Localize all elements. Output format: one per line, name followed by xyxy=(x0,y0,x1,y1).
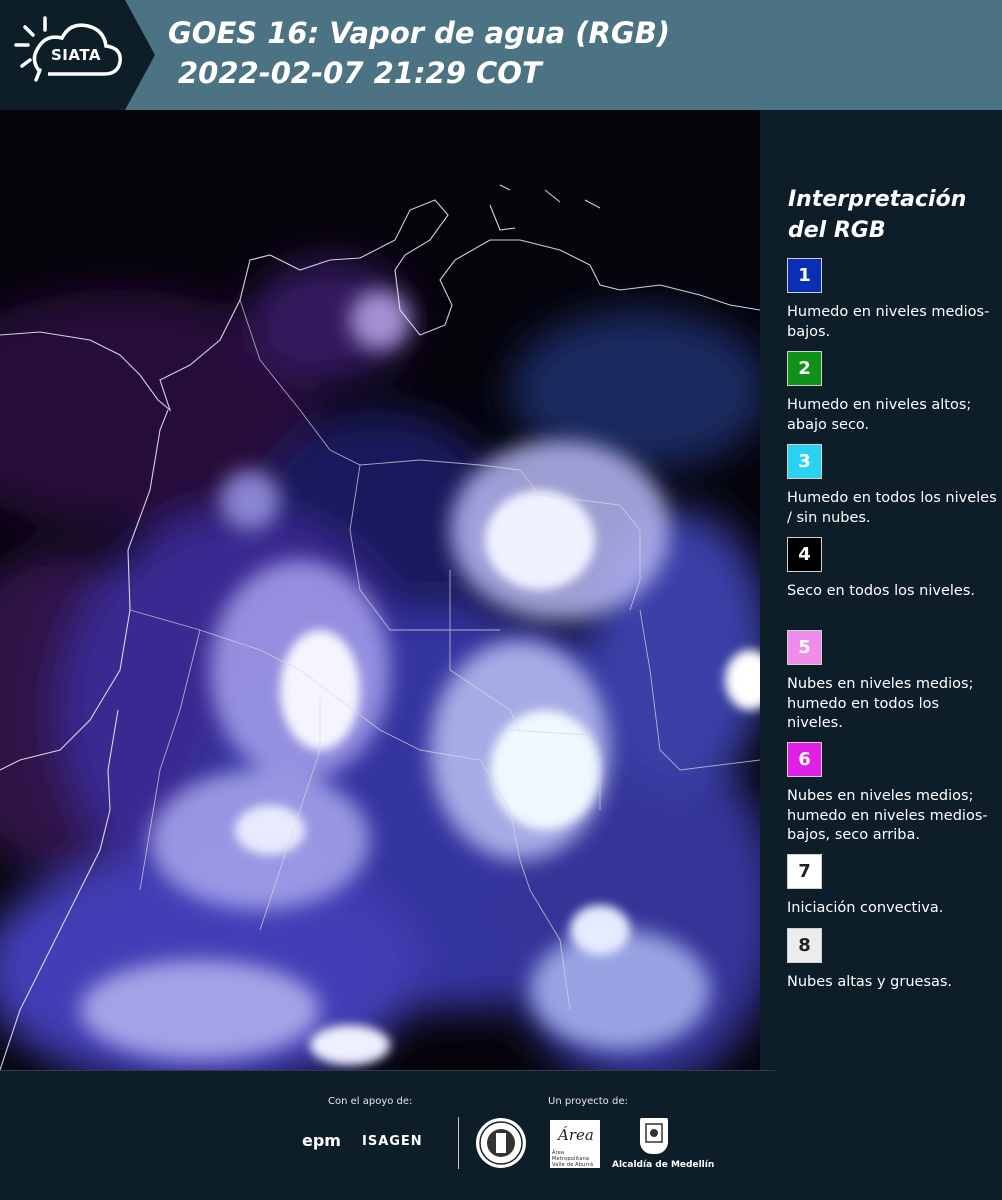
timestamp: 2022-02-07 21:29 COT xyxy=(178,56,542,90)
legend-description: Nubes altas y gruesas. xyxy=(787,974,953,990)
university-seal-icon xyxy=(476,1118,526,1168)
legend-swatch: 5 xyxy=(787,630,822,665)
legend-swatch: 2 xyxy=(787,351,822,386)
legend-item-3: 3 Humedo en todos los niveles / sin nube… xyxy=(787,444,999,528)
area-logo-word: Área xyxy=(558,1126,594,1144)
legend-panel: Interpretación del RGB 1 Humedo en nivel… xyxy=(760,110,1002,1070)
legend-item-8: 8 Nubes altas y gruesas. xyxy=(787,928,999,993)
area-logo-subtitle: Área Metropolitana Valle de Aburrá xyxy=(552,1150,594,1168)
legend-description: Nubes en niveles medios; humedo en todos… xyxy=(787,676,974,731)
project-label: Un proyecto de: xyxy=(548,1096,628,1107)
legend-description: Humedo en niveles altos; abajo seco. xyxy=(787,397,972,433)
legend-item-2: 2 Humedo en niveles altos; abajo seco. xyxy=(787,351,999,435)
legend-swatch: 3 xyxy=(787,444,822,479)
legend-description: Iniciación convectiva. xyxy=(787,900,944,916)
logo-text: SIATA xyxy=(50,46,101,64)
legend-description: Seco en todos los niveles. xyxy=(787,583,975,599)
isagen-logo: ISAGEN xyxy=(362,1134,423,1149)
legend-swatch: 4 xyxy=(787,537,822,572)
support-label: Con el apoyo de: xyxy=(328,1096,413,1107)
legend-title: Interpretación del RGB xyxy=(788,187,967,243)
legend-swatch: 1 xyxy=(787,258,822,293)
siata-logo: SIATA xyxy=(0,0,155,110)
medellin-shield-icon xyxy=(640,1118,668,1154)
page-title: GOES 16: Vapor de agua (RGB) xyxy=(168,16,671,50)
header: SIATA GOES 16: Vapor de agua (RGB) 2022-… xyxy=(0,0,1002,110)
legend-item-5: 5 Nubes en niveles medios; humedo en tod… xyxy=(787,630,999,734)
legend-item-1: 1 Humedo en niveles medios-bajos. xyxy=(787,258,999,342)
footer: Con el apoyo de: Un proyecto de: epm ISA… xyxy=(0,1070,1002,1200)
legend-item-4: 4 Seco en todos los niveles. xyxy=(787,537,999,602)
footer-divider-line xyxy=(0,1070,775,1071)
legend-item-7: 7 Iniciación convectiva. xyxy=(787,854,999,919)
legend-item-6: 6 Nubes en niveles medios; humedo en niv… xyxy=(787,742,999,846)
epm-logo: epm xyxy=(302,1131,341,1150)
area-metropolitana-logo: Área Área Metropolitana Valle de Aburrá xyxy=(550,1120,600,1168)
legend-description: Humedo en todos los niveles / sin nubes. xyxy=(787,490,997,526)
footer-divider xyxy=(458,1117,459,1169)
satellite-map[interactable] xyxy=(0,110,760,1070)
legend-description: Nubes en niveles medios; humedo en nivel… xyxy=(787,788,988,843)
alcaldia-label: Alcaldía de Medellín xyxy=(612,1160,715,1170)
legend-swatch: 7 xyxy=(787,854,822,889)
satellite-image xyxy=(0,110,760,1070)
legend-description: Humedo en niveles medios-bajos. xyxy=(787,304,990,340)
legend-swatch: 6 xyxy=(787,742,822,777)
legend-swatch: 8 xyxy=(787,928,822,963)
